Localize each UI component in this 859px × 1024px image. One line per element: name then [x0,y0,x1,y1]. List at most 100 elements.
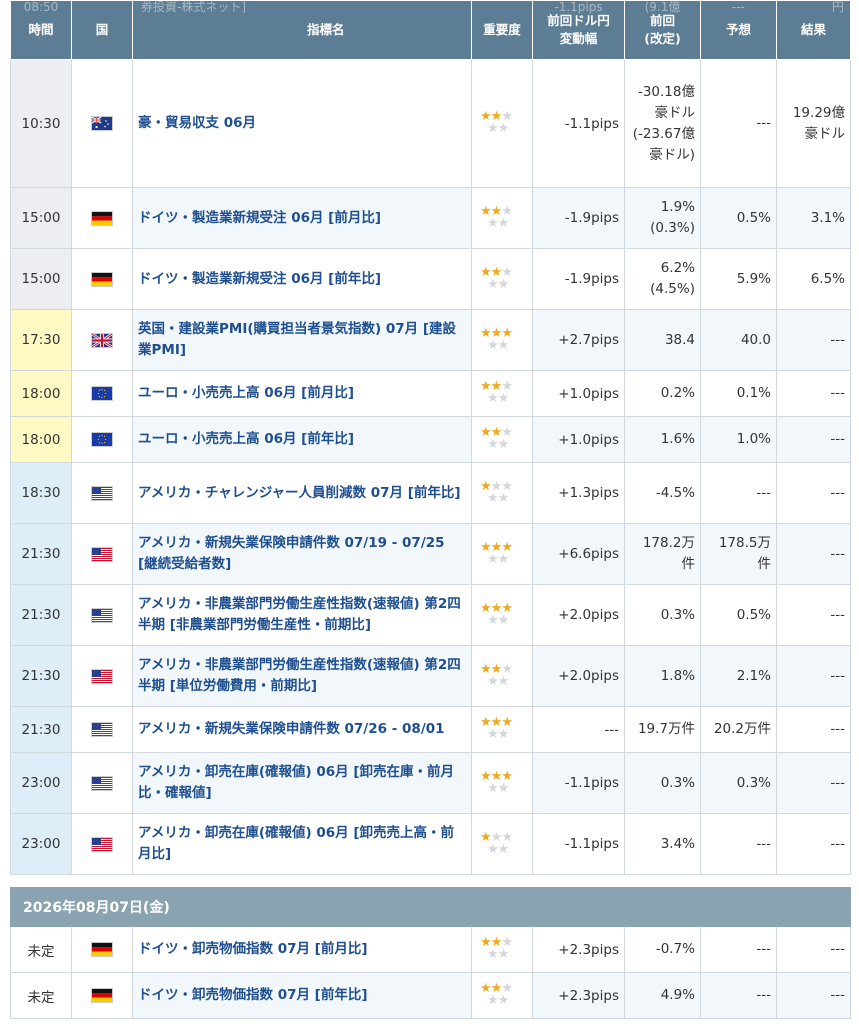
usdjpy-change: -1.1pips [532,813,625,875]
calendar-table: 08:50 時間 国 券投資-株式ネット] 指標名 重要度 -1.1pips 前回ドル… [10,0,851,1019]
previous-value: 0.2% [624,370,701,417]
date-header: 2026年08月07日(金) [10,887,851,927]
indicator-name[interactable]: アメリカ・新規失業保険申請件数 07/26 - 08/01 [132,706,472,753]
event-time: 18:00 [10,416,72,463]
previous-value: -0.7% [624,926,701,973]
indicator-name[interactable]: ドイツ・製造業新規受注 06月 [前月比] [132,187,472,249]
header-label: 重要度 [483,22,521,37]
table-row: 21:30 アメリカ・新規失業保険申請件数 07/19 - 07/25 [継続受給… [10,523,851,585]
country-cell [71,645,133,707]
usdjpy-change: +6.6pips [532,523,625,585]
event-time: 18:30 [10,462,72,524]
header-result[interactable]: 円結果 [776,0,851,60]
country-cell [71,706,133,753]
indicator-name[interactable]: アメリカ・非農業部門労働生産性指数(速報値) 第2四半期 [非農業部門労働生産性… [132,584,472,646]
table-row: 23:00 アメリカ・卸売在庫(確報値) 06月 [卸売売上高・前月比] ★★★ ★★… [10,813,851,875]
indicator-name[interactable]: ドイツ・製造業新規受注 06月 [前年比] [132,248,472,310]
forecast-value: 40.0 [700,309,777,371]
indicator-name[interactable]: ユーロ・小売売上高 06月 [前月比] [132,370,472,417]
event-time: 未定 [10,926,72,973]
table-row: 15:00 ドイツ・製造業新規受注 06月 [前月比] ★★★ ★★ -1.9pips 1… [10,187,851,249]
indicator-name[interactable]: アメリカ・卸売在庫(確報値) 06月 [卸売売上高・前月比] [132,813,472,875]
previous-value: 1.6% [624,416,701,463]
importance-stars-icon: ★★★ ★★ [480,661,513,689]
date-header-row: 2026年08月07日(金) [10,887,851,927]
indicator-name[interactable]: ユーロ・小売売上高 06月 [前年比] [132,416,472,463]
forecast-value: 0.3% [700,752,777,814]
usdjpy-change: +2.0pips [532,584,625,646]
event-time: 21:30 [10,523,72,585]
germany-flag-icon [92,211,112,225]
table-row: 21:30 アメリカ・非農業部門労働生産性指数(速報値) 第2四半期 [非農業部門… [10,584,851,646]
importance-cell: ★★★ ★★ [471,59,533,188]
previous-value: 0.3% [624,584,701,646]
header-time[interactable]: 08:50 時間 [10,0,72,60]
country-cell [71,462,133,524]
header-row: 08:50 時間 国 券投資-株式ネット] 指標名 重要度 -1.1pips 前回ドル… [10,0,851,60]
usdjpy-change: +2.3pips [532,972,625,1019]
previous-value: 1.8% [624,645,701,707]
header-forecast[interactable]: --- 予想 [700,0,777,60]
previous-value: 178.2万件 [624,523,701,585]
importance-cell: ★★★ ★★ [471,584,533,646]
ghost-text: 円 [831,0,844,15]
germany-flag-icon [92,989,112,1002]
importance-cell: ★★★ ★★ [471,813,533,875]
table-row: 10:30 豪・貿易収支 06月 ★★★ ★★ -1.1pips -30.18億豪ドル(-… [10,59,851,188]
result-value: 19.29億豪ドル [776,59,851,188]
event-time: 21:30 [10,706,72,753]
indicator-name[interactable]: アメリカ・卸売在庫(確報値) 06月 [卸売在庫・前月比・確報値] [132,752,472,814]
result-value: --- [776,752,851,814]
country-cell [71,752,133,814]
result-value: --- [776,926,851,973]
event-time: 18:00 [10,370,72,417]
ghost-text: 券投資-株式ネット] [141,0,247,15]
header-indicator[interactable]: 券投資-株式ネット] 指標名 [132,0,472,60]
spacer [10,874,851,888]
importance-stars-icon: ★★★ ★★ [480,325,513,353]
forecast-value: --- [700,462,777,524]
country-cell [71,416,133,463]
indicator-name[interactable]: アメリカ・非農業部門労働生産性指数(速報値) 第2四半期 [単位労働費用・前期比… [132,645,472,707]
indicator-name[interactable]: アメリカ・チャレンジャー人員削減数 07月 [前年比] [132,462,472,524]
result-value: --- [776,706,851,753]
table-row: 21:30 アメリカ・非農業部門労働生産性指数(速報値) 第2四半期 [単位労働費… [10,645,851,707]
table-row: 15:00 ドイツ・製造業新規受注 06月 [前年比] ★★★ ★★ -1.9pips 6… [10,248,851,310]
table-row: 23:00 アメリカ・卸売在庫(確報値) 06月 [卸売在庫・前月比・確報値] ★★… [10,752,851,814]
indicator-name[interactable]: アメリカ・新規失業保険申請件数 07/19 - 07/25 [継続受給者数] [132,523,472,585]
previous-value: 3.4% [624,813,701,875]
importance-stars-icon: ★★★ ★★ [480,935,513,962]
header-change[interactable]: -1.1pips 前回ドル円 変動幅 [532,0,625,60]
indicator-name[interactable]: ドイツ・卸売物価指数 07月 [前月比] [132,926,472,973]
us-flag-icon [92,669,112,683]
table-row: 18:00 ユーロ・小売売上高 06月 [前年比] ★★★ ★★ +1.0pips 1.6… [10,416,851,463]
importance-cell: ★★★ ★★ [471,462,533,524]
forecast-value: 1.0% [700,416,777,463]
previous-value: 38.4 [624,309,701,371]
table-row: 18:30 アメリカ・チャレンジャー人員削減数 07月 [前年比] ★★★ ★★ +1.… [10,462,851,524]
importance-cell: ★★★ ★★ [471,416,533,463]
importance-stars-icon: ★★★ ★★ [480,768,513,796]
importance-stars-icon: ★★★ ★★ [480,425,513,452]
importance-stars-icon: ★★★ ★★ [480,829,513,857]
indicator-name[interactable]: 英国・建設業PMI(購買担当者景気指数) 07月 [建設業PMI] [132,309,472,371]
importance-cell: ★★★ ★★ [471,309,533,371]
header-importance[interactable]: 重要度 [471,0,533,60]
previous-value: 19.7万件 [624,706,701,753]
header-label: 指標名 [307,22,345,37]
result-value: --- [776,416,851,463]
importance-stars-icon: ★★★ ★★ [480,478,513,506]
country-cell [71,248,133,310]
header-country[interactable]: 国 [71,0,133,60]
event-time: 21:30 [10,645,72,707]
header-previous[interactable]: (9.1億 前回 (改定) [624,0,701,60]
usdjpy-change: -1.1pips [532,59,625,188]
importance-stars-icon: ★★★ ★★ [480,981,513,1008]
table-row: 18:00 ユーロ・小売売上高 06月 [前月比] ★★★ ★★ +1.0pips 0.2… [10,370,851,417]
indicator-name[interactable]: ドイツ・卸売物価指数 07月 [前年比] [132,972,472,1019]
indicator-name[interactable]: 豪・貿易収支 06月 [132,59,472,188]
importance-stars-icon: ★★★ ★★ [480,379,513,406]
country-cell [71,59,133,188]
event-time: 10:30 [10,59,72,188]
importance-stars-icon: ★★★ ★★ [480,264,513,292]
